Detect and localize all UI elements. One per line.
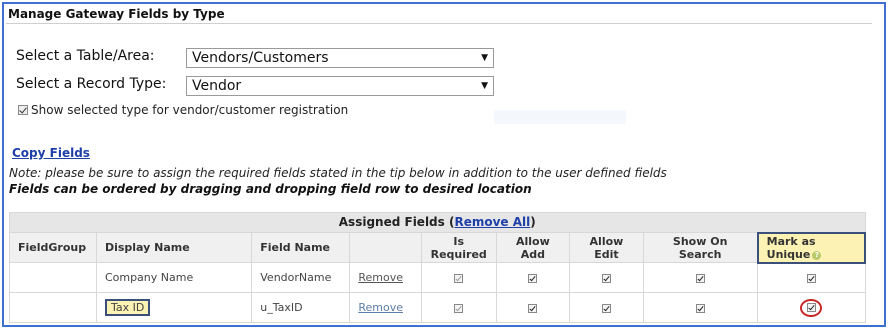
chevron-down-icon: ▼ bbox=[481, 53, 488, 63]
remove-link[interactable]: Remove bbox=[358, 271, 403, 284]
assigned-fields-table: Assigned Fields (Remove All) FieldGroup … bbox=[9, 212, 867, 323]
copy-fields-link[interactable]: Copy Fields bbox=[12, 146, 90, 160]
table-row[interactable]: Company Name VendorName Remove bbox=[9, 262, 866, 293]
record-type-select[interactable]: Vendor ▼ bbox=[186, 76, 494, 96]
col-show-on-search: Show On Search bbox=[642, 232, 759, 263]
chevron-down-icon: ▼ bbox=[481, 81, 488, 91]
panel-title: Manage Gateway Fields by Type bbox=[6, 6, 872, 24]
allow-add-checkbox[interactable] bbox=[528, 303, 538, 313]
is-required-checkbox bbox=[454, 273, 464, 283]
row-fieldgroup bbox=[9, 262, 97, 293]
ordering-note: Fields can be ordered by dragging and dr… bbox=[9, 182, 532, 196]
row-field-name: u_TaxID bbox=[251, 292, 351, 323]
col-mark-unique: Mark as Unique? bbox=[756, 231, 867, 264]
allow-edit-checkbox[interactable] bbox=[601, 273, 611, 283]
col-allow-add: Allow Add bbox=[495, 232, 571, 263]
row-fieldgroup bbox=[9, 292, 97, 323]
is-required-checkbox bbox=[454, 303, 464, 313]
note-text: Note: please be sure to assign the requi… bbox=[9, 166, 667, 180]
record-type-label: Select a Record Type: bbox=[16, 76, 167, 92]
row-display-name: Company Name bbox=[95, 262, 253, 293]
show-on-search-checkbox[interactable] bbox=[695, 303, 705, 313]
col-remove bbox=[349, 232, 422, 263]
allow-add-checkbox[interactable] bbox=[528, 273, 538, 283]
table-area-value: Vendors/Customers bbox=[192, 50, 329, 66]
help-icon[interactable]: ? bbox=[812, 250, 822, 260]
record-type-value: Vendor bbox=[192, 78, 242, 94]
remove-link[interactable]: Remove bbox=[358, 301, 403, 314]
table-area-label: Select a Table/Area: bbox=[16, 48, 155, 64]
table-header-row: FieldGroup Display Name Field Name Is Re… bbox=[9, 231, 867, 264]
col-is-required: Is Required bbox=[420, 232, 497, 263]
highlight-circle bbox=[800, 298, 823, 317]
mark-unique-label: Mark as Unique bbox=[766, 234, 816, 261]
mark-unique-checkbox[interactable] bbox=[806, 273, 816, 283]
caption-text: Assigned Fields ( bbox=[338, 215, 455, 230]
show-on-search-checkbox[interactable] bbox=[695, 273, 705, 283]
table-area-select[interactable]: Vendors/Customers ▼ bbox=[186, 48, 494, 68]
remove-all-link[interactable]: Remove All bbox=[454, 215, 530, 229]
table-row[interactable]: Tax ID u_TaxID Remove bbox=[9, 292, 866, 323]
show-selected-checkbox[interactable] bbox=[18, 105, 28, 115]
col-allow-edit: Allow Edit bbox=[569, 232, 644, 263]
row-display-name: Tax ID bbox=[104, 299, 151, 316]
caption-close: ) bbox=[530, 215, 536, 230]
col-fieldgroup: FieldGroup bbox=[9, 232, 97, 263]
allow-edit-checkbox[interactable] bbox=[601, 303, 611, 313]
col-display-name: Display Name bbox=[95, 232, 253, 263]
table-caption-row: Assigned Fields (Remove All) bbox=[9, 212, 866, 233]
mark-unique-checkbox[interactable] bbox=[806, 303, 816, 312]
col-field-name: Field Name bbox=[251, 232, 351, 263]
row-field-name: VendorName bbox=[251, 262, 351, 293]
show-selected-row: Show selected type for vendor/customer r… bbox=[18, 103, 348, 117]
table-caption: Assigned Fields (Remove All) bbox=[9, 212, 866, 233]
faded-overlay bbox=[494, 110, 626, 124]
show-selected-label: Show selected type for vendor/customer r… bbox=[31, 103, 349, 117]
